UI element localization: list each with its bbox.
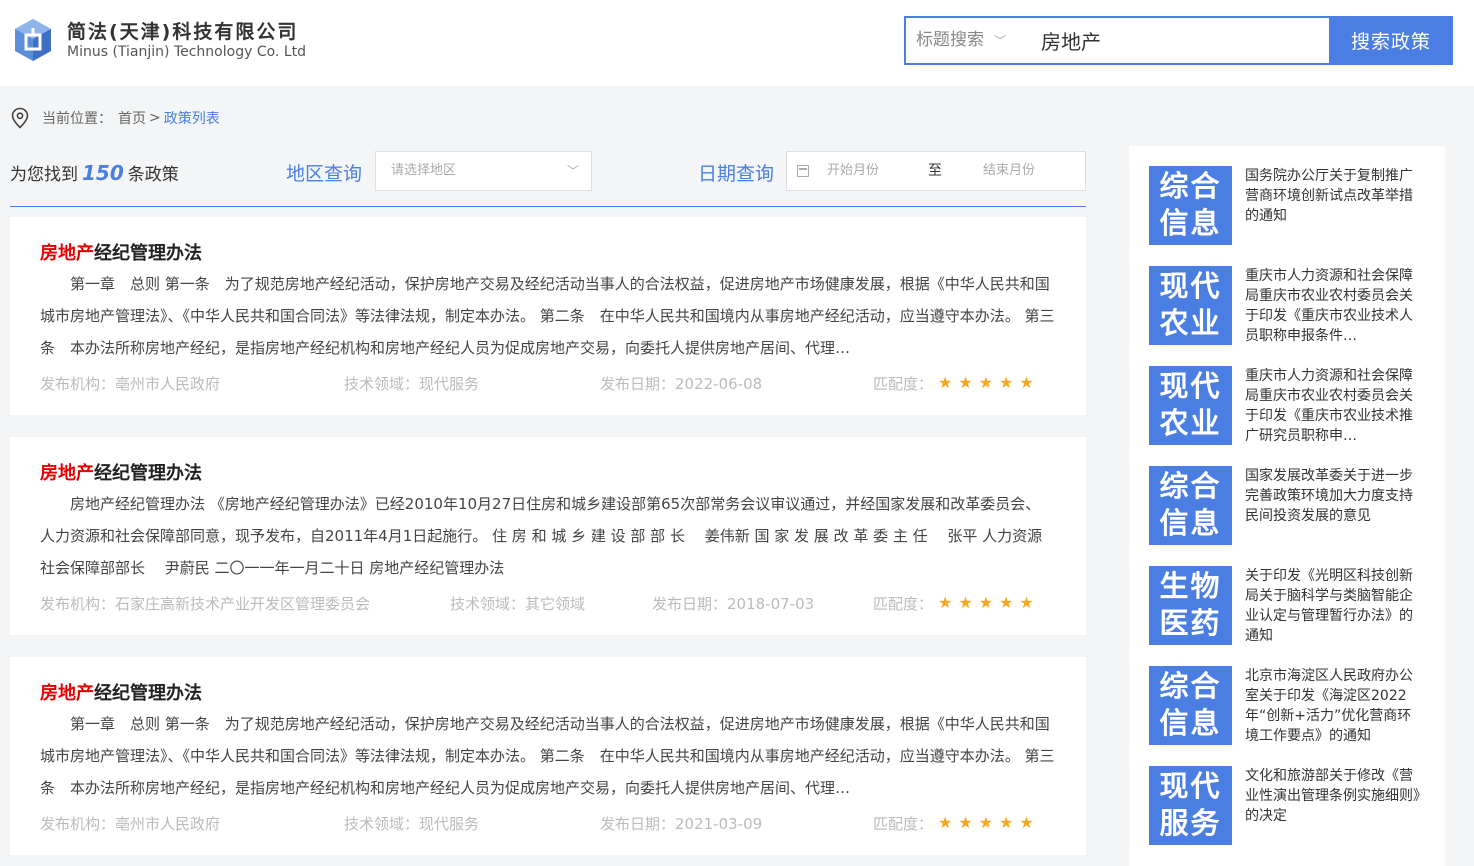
header: 简法(天津)科技有限公司 Minus (Tianjin) Technology …	[0, 0, 1474, 86]
star-rating: ★★★★★	[938, 813, 1040, 832]
result-card[interactable]: 房地产经纪管理办法 第一章 总则 第一条 为了规范房地产经纪活动，保护房地产交易…	[10, 657, 1086, 855]
sidebar-item-title[interactable]: 关于印发《光明区科技创新局关于脑科学与类脑智能企业认定与管理暂行办法》的通知	[1245, 566, 1423, 646]
result-title[interactable]: 房地产经纪管理办法	[40, 459, 202, 485]
sidebar-item-title[interactable]: 北京市海淀区人民政府办公室关于印发《海淀区2022年“创新+活力”优化营商环境工…	[1245, 666, 1423, 746]
result-summary: 房地产经纪管理办法 《房地产经纪管理办法》已经2010年10月27日住房和城乡建…	[40, 488, 1055, 584]
sidebar-item[interactable]: 生物 医药 关于印发《光明区科技创新局关于脑科学与类脑智能企业认定与管理暂行办法》…	[1149, 566, 1439, 646]
region-select[interactable]: 请选择地区 ﹀	[375, 151, 592, 191]
search-type-select[interactable]: 标题搜索 ﹀	[916, 18, 1006, 63]
date-range-separator: 至	[928, 163, 942, 179]
sidebar-item-title[interactable]: 国务院办公厅关于复制推广营商环境创新试点改革举措的通知	[1245, 166, 1423, 246]
result-count-prefix: 为您找到	[10, 165, 78, 185]
result-title[interactable]: 房地产经纪管理办法	[40, 679, 202, 705]
company-name: 简法(天津)科技有限公司	[67, 21, 299, 43]
result-card[interactable]: 房地产经纪管理办法 房地产经纪管理办法 《房地产经纪管理办法》已经2010年10…	[10, 437, 1086, 635]
result-title-highlight: 房地产	[40, 463, 94, 484]
match-label: 匹配度：	[873, 815, 934, 833]
result-title-rest: 经纪管理办法	[94, 243, 202, 264]
recommended-policies-sidebar: 综合 信息 国务院办公厅关于复制推广营商环境创新试点改革举措的通知 现代 农业 重庆…	[1129, 146, 1445, 866]
cube-logo-icon[interactable]	[14, 18, 52, 62]
sidebar-item[interactable]: 综合 信息 国家发展改革委关于进一步完善政策环境加大力度支持民间投资发展的意见	[1149, 466, 1439, 546]
category-tag: 生物 医药	[1149, 566, 1232, 645]
breadcrumb-separator: >	[149, 110, 161, 126]
region-filter-label: 地区查询	[286, 163, 363, 185]
match-label: 匹配度：	[873, 595, 934, 613]
result-summary-text: 房地产经纪管理办法 《房地产经纪管理办法》已经2010年10月27日住房和城乡建…	[40, 495, 1043, 577]
result-field: 技术领域：其它领域	[450, 595, 586, 613]
star-rating: ★★★★★	[938, 593, 1040, 612]
star-rating: ★★★★★	[938, 373, 1040, 392]
chevron-down-icon: ﹀	[566, 164, 579, 178]
result-field: 技术领域：现代服务	[344, 815, 480, 833]
result-meta: 发布机构：亳州市人民政府 技术领域：现代服务 发布日期：2021-03-09 匹…	[40, 813, 1055, 835]
result-summary: 第一章 总则 第一条 为了规范房地产经纪活动，保护房地产交易及经纪活动当事人的合…	[40, 708, 1055, 804]
search-input[interactable]	[1041, 24, 1326, 57]
result-agency: 发布机构：石家庄高新技术产业开发区管理委员会	[40, 595, 371, 613]
category-tag: 现代 服务	[1149, 766, 1232, 845]
breadcrumb: 当前位置： 首页 > 政策列表	[10, 106, 220, 130]
sidebar-item-title[interactable]: 重庆市人力资源和社会保障局重庆市农业农村委员会关于印发《重庆市农业技术人员职称申…	[1245, 266, 1423, 346]
result-count-text: 为您找到 150 条政策	[10, 160, 179, 185]
calendar-icon	[797, 165, 809, 177]
category-tag: 综合 信息	[1149, 666, 1232, 745]
result-field: 技术领域：现代服务	[344, 375, 480, 393]
result-count: 150	[82, 161, 124, 185]
category-tag: 综合 信息	[1149, 166, 1232, 245]
category-tag: 综合 信息	[1149, 466, 1232, 545]
search-box: 标题搜索 ﹀ 搜索政策	[904, 16, 1453, 65]
result-title-rest: 经纪管理办法	[94, 683, 202, 704]
result-title[interactable]: 房地产经纪管理办法	[40, 239, 202, 265]
result-title-highlight: 房地产	[40, 243, 94, 264]
result-agency: 发布机构：亳州市人民政府	[40, 375, 221, 393]
breadcrumb-current[interactable]: 政策列表	[164, 108, 220, 128]
sidebar-item[interactable]: 综合 信息 国务院办公厅关于复制推广营商环境创新试点改革举措的通知	[1149, 166, 1439, 246]
result-date: 发布日期：2022-06-08	[600, 375, 763, 393]
search-button[interactable]: 搜索政策	[1329, 16, 1453, 65]
result-meta: 发布机构：石家庄高新技术产业开发区管理委员会 技术领域：其它领域 发布日期：20…	[40, 593, 1055, 615]
result-summary: 第一章 总则 第一条 为了规范房地产经纪活动，保护房地产交易及经纪活动当事人的合…	[40, 268, 1055, 364]
match-label: 匹配度：	[873, 375, 934, 393]
result-count-suffix: 条政策	[127, 165, 179, 185]
chevron-down-icon: ﹀	[994, 34, 1007, 48]
result-summary-text: 第一章 总则 第一条 为了规范房地产经纪活动，保护房地产交易及经纪活动当事人的合…	[40, 715, 1055, 797]
result-title-rest: 经纪管理办法	[94, 463, 202, 484]
location-pin-icon	[11, 107, 29, 129]
filter-bar: 为您找到 150 条政策 地区查询 请选择地区 ﹀ 日期查询 开始月份 至 结束月份	[10, 150, 1086, 207]
date-start-input[interactable]: 开始月份	[827, 152, 879, 190]
result-meta: 发布机构：亳州市人民政府 技术领域：现代服务 发布日期：2022-06-08 匹…	[40, 373, 1055, 395]
sidebar-item-title[interactable]: 重庆市人力资源和社会保障局重庆市农业农村委员会关于印发《重庆市农业技术推广研究员…	[1245, 366, 1423, 446]
search-type-label: 标题搜索	[916, 30, 984, 50]
sidebar-item-title[interactable]: 文化和旅游部关于修改《营业性演出管理条例实施细则》的决定	[1245, 766, 1423, 846]
category-tag: 现代 农业	[1149, 266, 1232, 345]
category-tag: 现代 农业	[1149, 366, 1232, 445]
sidebar-item[interactable]: 现代 服务 文化和旅游部关于修改《营业性演出管理条例实施细则》的决定	[1149, 766, 1439, 846]
sidebar-item[interactable]: 现代 农业 重庆市人力资源和社会保障局重庆市农业农村委员会关于印发《重庆市农业技术…	[1149, 366, 1439, 446]
result-summary-text: 第一章 总则 第一条 为了规范房地产经纪活动，保护房地产交易及经纪活动当事人的合…	[40, 275, 1055, 357]
result-title-highlight: 房地产	[40, 683, 94, 704]
sidebar-item[interactable]: 现代 农业 重庆市人力资源和社会保障局重庆市农业农村委员会关于印发《重庆市农业技术…	[1149, 266, 1439, 346]
region-placeholder: 请选择地区	[391, 163, 457, 178]
result-card[interactable]: 房地产经纪管理办法 第一章 总则 第一条 为了规范房地产经纪活动，保护房地产交易…	[10, 217, 1086, 415]
date-filter-label: 日期查询	[698, 163, 775, 185]
result-date: 发布日期：2021-03-09	[600, 815, 763, 833]
company-name-en: Minus (Tianjin) Technology Co. Ltd	[67, 44, 306, 60]
date-end-input[interactable]: 结束月份	[983, 152, 1035, 190]
date-range-picker[interactable]: 开始月份 至 结束月份	[786, 151, 1086, 191]
sidebar-item-title[interactable]: 国家发展改革委关于进一步完善政策环境加大力度支持民间投资发展的意见	[1245, 466, 1423, 546]
breadcrumb-prefix: 当前位置：	[42, 111, 112, 127]
breadcrumb-home-link[interactable]: 首页	[118, 108, 146, 128]
result-date: 发布日期：2018-07-03	[652, 595, 815, 613]
result-agency: 发布机构：亳州市人民政府	[40, 815, 221, 833]
sidebar-item[interactable]: 综合 信息 北京市海淀区人民政府办公室关于印发《海淀区2022年“创新+活力”优化…	[1149, 666, 1439, 746]
